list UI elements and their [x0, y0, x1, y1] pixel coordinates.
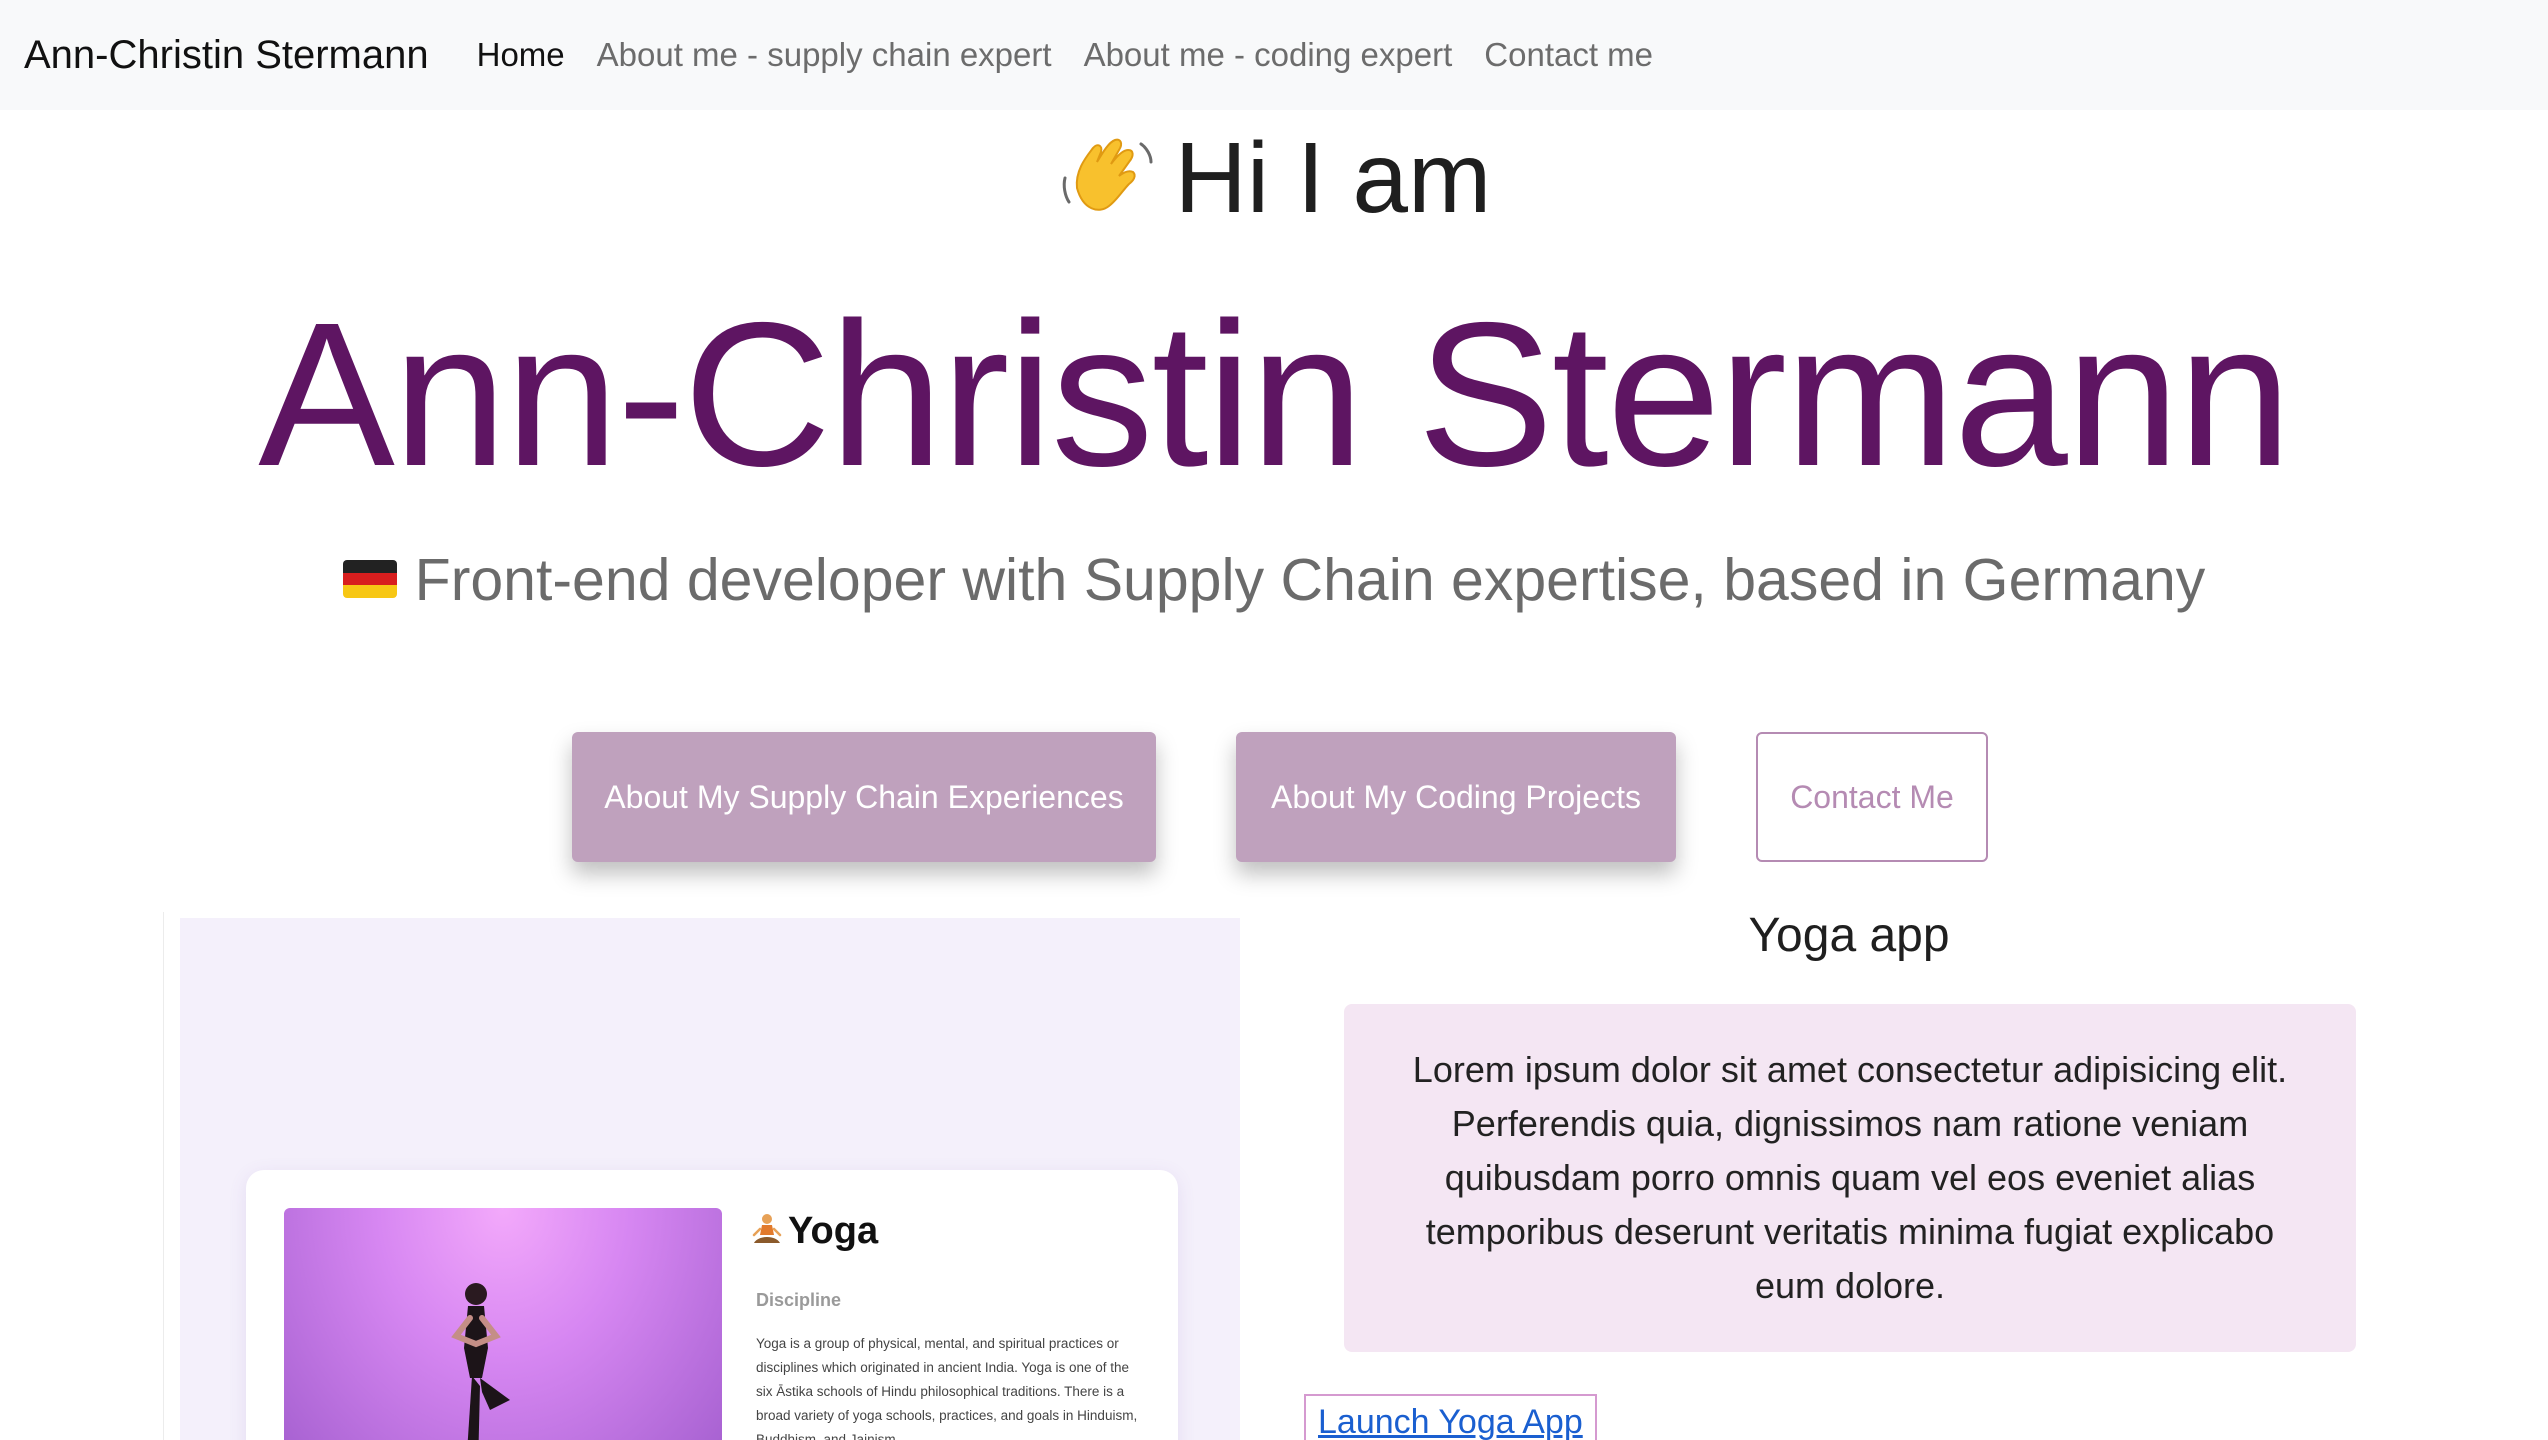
nav-link-contact[interactable]: Contact me — [1484, 36, 1653, 74]
contact-me-button[interactable]: Contact Me — [1756, 732, 1988, 862]
nav-link-coding[interactable]: About me - coding expert — [1084, 36, 1453, 74]
launch-yoga-app-link[interactable]: Launch Yoga App — [1304, 1394, 1597, 1440]
navbar-brand[interactable]: Ann-Christin Stermann — [24, 33, 429, 78]
coding-projects-button[interactable]: About My Coding Projects — [1236, 732, 1676, 862]
project-title: Yoga app — [1748, 909, 1950, 962]
germany-flag-icon — [342, 560, 397, 598]
waving-hand-icon — [1057, 126, 1157, 226]
project-description-text: Lorem ipsum dolor sit amet consectetur a… — [1412, 1049, 2288, 1306]
greeting-text: Hi I am — [1174, 122, 1492, 234]
greeting-heading: Hi I am — [0, 118, 2548, 238]
hero-name: Ann-Christin Stermann — [258, 280, 2292, 509]
nav-link-home[interactable]: Home — [477, 36, 565, 74]
lotus-position-icon — [752, 1213, 782, 1247]
project-description: Lorem ipsum dolor sit amet consectetur a… — [1344, 1004, 2356, 1352]
supply-chain-button[interactable]: About My Supply Chain Experiences — [572, 732, 1156, 862]
yoga-pose-figure — [451, 1283, 510, 1440]
yoga-card-description: Yoga is a group of physical, mental, and… — [756, 1336, 1138, 1440]
yoga-card-title: Yoga — [752, 1210, 878, 1253]
navbar: Ann-Christin Stermann Home About me - su… — [0, 0, 2548, 110]
subtitle-text: Front-end developer with Supply Chain ex… — [414, 547, 2206, 613]
nav-link-supply-chain[interactable]: About me - supply chain expert — [597, 36, 1052, 74]
yoga-photo — [284, 1208, 722, 1440]
hero-subtitle: Front-end developer with Supply Chain ex… — [0, 540, 2548, 620]
yoga-card-label: Discipline — [756, 1290, 842, 1310]
